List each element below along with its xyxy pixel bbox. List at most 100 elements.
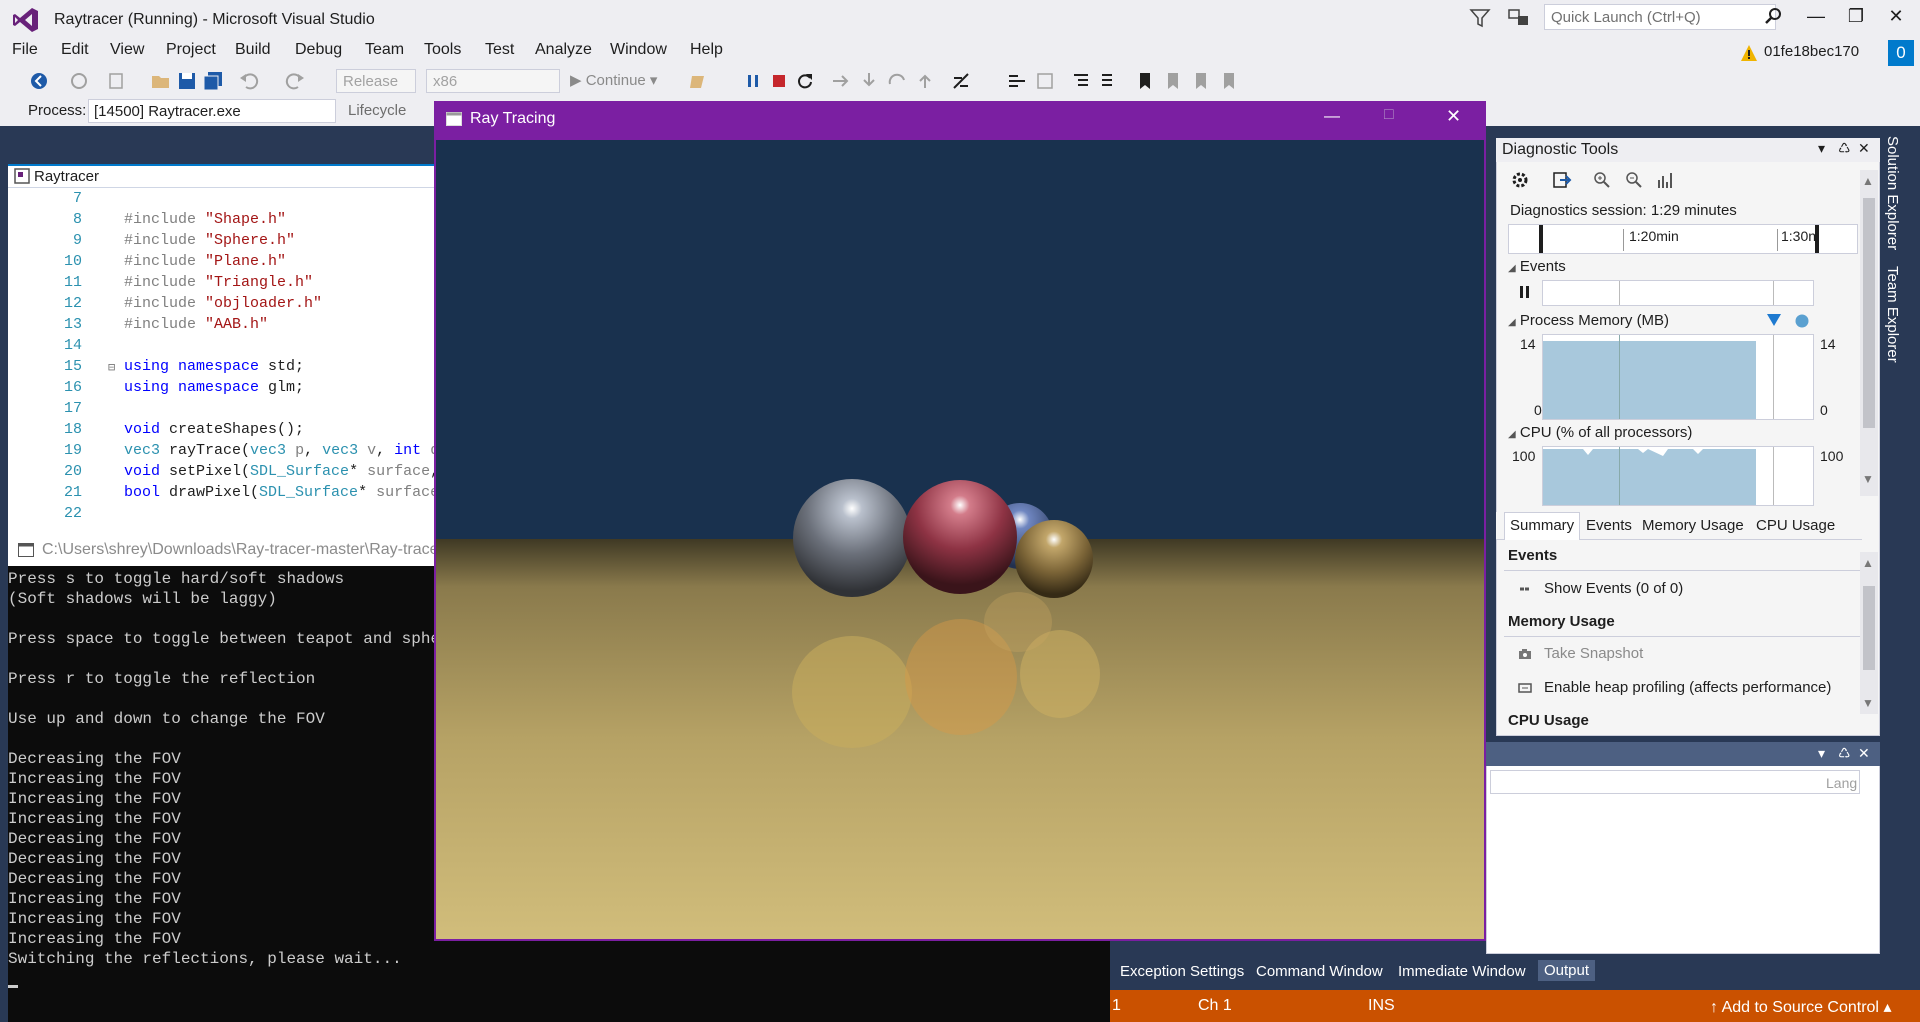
- step-into-icon[interactable]: [858, 70, 880, 92]
- code-line[interactable]: 14: [8, 337, 444, 358]
- open-file-icon[interactable]: [150, 70, 172, 92]
- collapse-icon[interactable]: [1034, 70, 1056, 92]
- menu-team[interactable]: Team: [365, 41, 404, 59]
- code-line[interactable]: 20 void setPixel(SDL_Surface* surface,: [8, 463, 444, 484]
- code-line[interactable]: 21 bool drawPixel(SDL_Surface* surface,: [8, 484, 448, 505]
- account-badge[interactable]: 0: [1888, 40, 1914, 66]
- thread-marker-icon[interactable]: [1006, 70, 1028, 92]
- take-snapshot-button[interactable]: Take Snapshot: [1544, 645, 1643, 662]
- process-select[interactable]: [14500] Raytracer.exe: [88, 99, 336, 123]
- previous-bookmark-icon[interactable]: [1162, 70, 1184, 92]
- navigate-back-icon[interactable]: [28, 70, 50, 92]
- code-line[interactable]: 17: [8, 400, 444, 421]
- diagnostics-scrollbar[interactable]: ▲ ▼: [1860, 170, 1878, 496]
- solution-platform-select[interactable]: x86: [426, 69, 560, 93]
- menu-view[interactable]: View: [110, 41, 144, 59]
- timeline-end-handle[interactable]: [1815, 225, 1819, 253]
- menu-analyze[interactable]: Analyze: [535, 41, 592, 59]
- collapse-region-icon[interactable]: ⊟: [108, 360, 115, 375]
- menu-project[interactable]: Project: [166, 41, 216, 59]
- zoom-in-icon[interactable]: [1592, 170, 1612, 190]
- zoom-out-icon[interactable]: [1624, 170, 1644, 190]
- continue-button[interactable]: ▶ Continue ▾: [570, 71, 657, 89]
- tab-memory-usage[interactable]: Memory Usage: [1642, 517, 1744, 534]
- memory-section-header[interactable]: ◢ Process Memory (MB): [1508, 312, 1669, 329]
- menu-debug[interactable]: Debug: [295, 41, 342, 59]
- select-tools-icon[interactable]: [1552, 170, 1572, 190]
- scroll-down-icon[interactable]: ▼: [1862, 696, 1874, 710]
- menu-tools[interactable]: Tools: [424, 41, 461, 59]
- show-events-link[interactable]: Show Events (0 of 0): [1544, 580, 1683, 597]
- scroll-thumb[interactable]: [1863, 586, 1875, 670]
- chart-icon[interactable]: [1656, 170, 1676, 190]
- pause-icon[interactable]: [742, 70, 764, 92]
- menu-edit[interactable]: Edit: [61, 41, 89, 59]
- comment-icon[interactable]: [1070, 70, 1092, 92]
- account-name[interactable]: 01fe18bec170: [1764, 43, 1859, 60]
- scroll-thumb[interactable]: [1863, 198, 1875, 428]
- process-memory-chart[interactable]: [1542, 334, 1814, 420]
- panel-dropdown-icon[interactable]: ▾: [1818, 140, 1825, 157]
- step-out-icon[interactable]: [914, 70, 936, 92]
- tab-events[interactable]: Events: [1586, 517, 1632, 534]
- pause-events-icon[interactable]: [1518, 284, 1532, 300]
- clear-bookmarks-icon[interactable]: [1218, 70, 1240, 92]
- scroll-up-icon[interactable]: ▲: [1862, 174, 1874, 188]
- tab-cpu-usage[interactable]: CPU Usage: [1756, 517, 1835, 534]
- tab-command-window[interactable]: Command Window: [1256, 963, 1383, 980]
- menu-test[interactable]: Test: [485, 41, 514, 59]
- save-icon[interactable]: [176, 70, 198, 92]
- code-line[interactable]: 22: [8, 505, 444, 526]
- minimize-button[interactable]: —: [1796, 6, 1836, 30]
- stop-debugging-icon[interactable]: [768, 70, 790, 92]
- lifecycle-events-button[interactable]: Lifecycle: [348, 102, 406, 119]
- step-over-icon[interactable]: [886, 70, 908, 92]
- code-line[interactable]: 12 #include "objloader.h": [8, 295, 444, 316]
- menu-window[interactable]: Window: [610, 41, 667, 59]
- hex-display-icon[interactable]: [950, 70, 972, 92]
- panel-close-icon[interactable]: ✕: [1858, 745, 1870, 762]
- code-line[interactable]: 15 ⊟ using namespace std;: [8, 358, 444, 379]
- enable-heap-profiling-checkbox[interactable]: Enable heap profiling (affects performan…: [1544, 679, 1831, 696]
- undo-icon[interactable]: [238, 70, 260, 92]
- tab-exception-settings[interactable]: Exception Settings: [1120, 963, 1244, 980]
- menu-file[interactable]: File: [12, 41, 38, 59]
- redo-icon[interactable]: [284, 70, 306, 92]
- next-bookmark-icon[interactable]: [1190, 70, 1212, 92]
- lightning-icon[interactable]: [688, 70, 710, 92]
- events-track[interactable]: [1542, 280, 1814, 306]
- tab-output[interactable]: Output: [1538, 960, 1596, 981]
- code-line[interactable]: 13 #include "AAB.h": [8, 316, 444, 337]
- summary-scrollbar[interactable]: ▲ ▼: [1860, 552, 1878, 714]
- code-line[interactable]: 18 void createShapes();: [8, 421, 444, 442]
- bookmark-icon[interactable]: [1134, 70, 1156, 92]
- rt-maximize-button[interactable]: □: [1384, 106, 1394, 124]
- menu-build[interactable]: Build: [235, 41, 271, 59]
- menu-help[interactable]: Help: [690, 41, 723, 59]
- notifications-icon[interactable]: [1506, 6, 1532, 30]
- save-all-icon[interactable]: [202, 70, 224, 92]
- add-to-source-control-button[interactable]: ↑ Add to Source Control ▴: [1710, 997, 1891, 1017]
- new-project-icon[interactable]: [106, 70, 128, 92]
- close-button[interactable]: ✕: [1876, 6, 1916, 30]
- panel-dropdown-icon[interactable]: ▾: [1818, 745, 1825, 762]
- code-line[interactable]: 16 using namespace glm;: [8, 379, 444, 400]
- rt-minimize-button[interactable]: —: [1324, 108, 1340, 126]
- code-line[interactable]: 7: [8, 190, 444, 211]
- navigate-forward-icon[interactable]: [68, 70, 90, 92]
- pin-icon[interactable]: ♺: [1838, 745, 1851, 762]
- timeline-ruler[interactable]: 1:20min 1:30n: [1508, 224, 1858, 254]
- code-line[interactable]: 11 #include "Triangle.h": [8, 274, 444, 295]
- feedback-filter-icon[interactable]: [1468, 6, 1492, 30]
- tab-summary[interactable]: Summary: [1504, 512, 1581, 540]
- restore-button[interactable]: ❐: [1836, 6, 1876, 30]
- scroll-up-icon[interactable]: ▲: [1862, 556, 1874, 570]
- solution-explorer-tab[interactable]: Solution Explorer: [1884, 136, 1901, 250]
- code-line[interactable]: 10 #include "Plane.h": [8, 253, 444, 274]
- timeline-start-handle[interactable]: [1539, 225, 1543, 253]
- rt-close-button[interactable]: ✕: [1446, 106, 1461, 127]
- show-next-statement-icon[interactable]: [830, 70, 852, 92]
- panel-close-icon[interactable]: ✕: [1858, 140, 1870, 157]
- tab-immediate-window[interactable]: Immediate Window: [1398, 963, 1526, 980]
- team-explorer-tab[interactable]: Team Explorer: [1884, 266, 1901, 363]
